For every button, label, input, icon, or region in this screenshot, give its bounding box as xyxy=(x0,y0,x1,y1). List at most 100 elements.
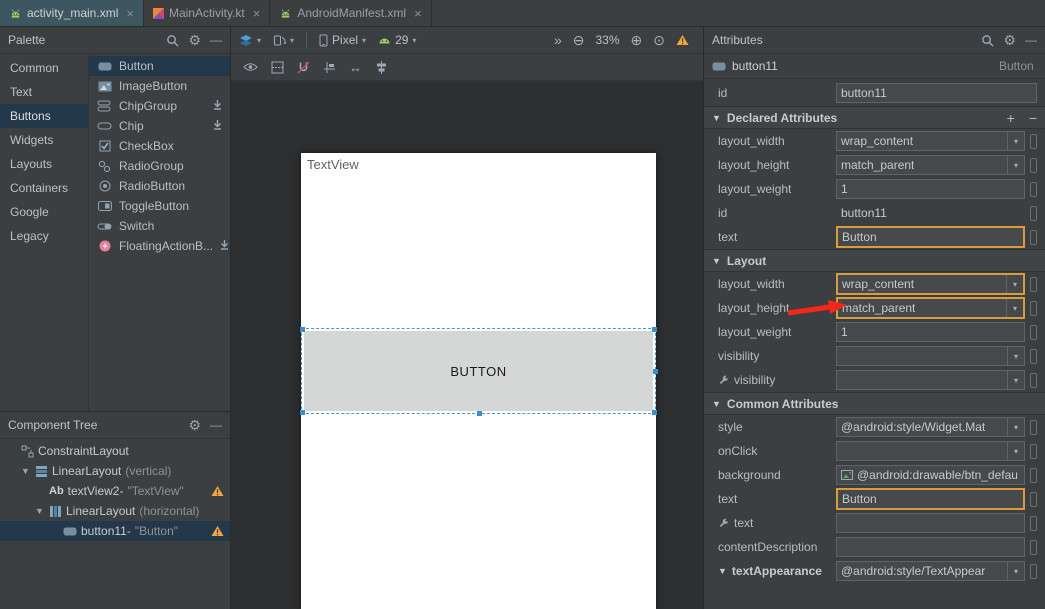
search-icon[interactable] xyxy=(981,34,994,47)
attribute-flag-toggle[interactable] xyxy=(1030,158,1037,173)
style-field[interactable]: @android:style/Widget.Mat▾ xyxy=(836,417,1025,437)
editor-tab[interactable]: AndroidManifest.xml× xyxy=(270,0,431,26)
expander-icon[interactable]: ▼ xyxy=(718,566,727,576)
resize-handle[interactable] xyxy=(300,327,305,332)
zoom-fit-button[interactable]: ⊙ xyxy=(653,32,665,49)
palette-item[interactable]: Switch xyxy=(89,216,230,236)
dropdown-arrow-icon[interactable]: ▾ xyxy=(1007,418,1024,436)
palette-item[interactable]: FloatingActionB... xyxy=(89,236,230,256)
add-attribute-button[interactable]: + xyxy=(1007,111,1015,125)
palette-category-legacy[interactable]: Legacy xyxy=(0,224,88,248)
close-icon[interactable]: × xyxy=(253,7,261,20)
attribute-flag-toggle[interactable] xyxy=(1030,468,1037,483)
attribute-flag-toggle[interactable] xyxy=(1030,230,1037,245)
attribute-flag-toggle[interactable] xyxy=(1030,349,1037,364)
section-header-declared-attributes[interactable]: ▼Declared Attributes+− xyxy=(704,106,1045,129)
expander-icon[interactable]: ▼ xyxy=(712,113,721,123)
id-field[interactable]: button11 xyxy=(836,83,1037,103)
tree-item[interactable]: ▼button11- "Button" xyxy=(0,521,230,541)
resize-handle[interactable] xyxy=(477,411,482,416)
dropdown-arrow-icon[interactable]: ▾ xyxy=(1007,371,1024,389)
button-widget[interactable]: BUTTON xyxy=(304,331,653,411)
palette-category-common[interactable]: Common xyxy=(0,56,88,80)
expander-icon[interactable]: ▼ xyxy=(712,399,721,409)
resize-handle[interactable] xyxy=(652,327,657,332)
attribute-flag-toggle[interactable] xyxy=(1030,301,1037,316)
device-selector[interactable]: Pixel ▾ xyxy=(319,33,366,47)
attribute-flag-toggle[interactable] xyxy=(1030,373,1037,388)
attribute-flag-toggle[interactable] xyxy=(1030,492,1037,507)
dropdown-arrow-icon[interactable]: ▾ xyxy=(1007,156,1024,174)
attribute-flag-toggle[interactable] xyxy=(1030,516,1037,531)
palette-category-text[interactable]: Text xyxy=(0,80,88,104)
layout-weight-field[interactable]: 1 xyxy=(836,322,1025,342)
attribute-flag-toggle[interactable] xyxy=(1030,325,1037,340)
palette-item[interactable]: Chip xyxy=(89,116,230,136)
palette-item[interactable]: RadioButton xyxy=(89,176,230,196)
layout-weight-field[interactable]: 1 xyxy=(836,179,1025,199)
download-icon[interactable] xyxy=(212,119,223,133)
design-mode-selector[interactable]: ▾ xyxy=(239,34,261,46)
palette-category-buttons[interactable]: Buttons xyxy=(0,104,88,128)
dropdown-arrow-icon[interactable]: ▾ xyxy=(1007,442,1024,460)
editor-tab[interactable]: MainActivity.kt× xyxy=(144,0,270,26)
palette-item[interactable]: ChipGroup xyxy=(89,96,230,116)
dropdown-arrow-icon[interactable]: ▾ xyxy=(1007,132,1024,150)
attribute-flag-toggle[interactable] xyxy=(1030,277,1037,292)
palette-category-layouts[interactable]: Layouts xyxy=(0,152,88,176)
tree-item[interactable]: ▼ConstraintLayout xyxy=(0,441,230,461)
attribute-flag-toggle[interactable] xyxy=(1030,182,1037,197)
expander-icon[interactable]: ▼ xyxy=(712,256,721,266)
margins-icon[interactable] xyxy=(323,61,336,74)
device-artboard[interactable]: TextView BUTTON xyxy=(301,153,656,609)
zoom-in-button[interactable]: ⊕ xyxy=(631,32,643,49)
palette-item[interactable]: Button xyxy=(89,56,230,76)
layout-width-field[interactable]: wrap_content▾ xyxy=(836,131,1025,151)
border-box-icon[interactable] xyxy=(271,61,284,74)
layout-width-field[interactable]: wrap_content▾ xyxy=(836,273,1025,295)
gear-icon[interactable]: ⚙ xyxy=(1003,33,1016,47)
attribute-flag-toggle[interactable] xyxy=(1030,444,1037,459)
download-icon[interactable] xyxy=(212,99,223,113)
section-header-common-attributes[interactable]: ▼Common Attributes xyxy=(704,392,1045,415)
expander-icon[interactable]: ▼ xyxy=(20,466,31,476)
hide-panel-icon[interactable]: — xyxy=(210,419,222,431)
warnings-button[interactable] xyxy=(676,34,689,46)
eye-icon[interactable] xyxy=(243,62,258,72)
dropdown-arrow-icon[interactable]: ▾ xyxy=(1007,347,1024,365)
background-field[interactable]: @android:drawable/btn_defau xyxy=(836,465,1025,485)
palette-item[interactable]: ImageButton xyxy=(89,76,230,96)
hide-panel-icon[interactable]: — xyxy=(210,34,222,46)
attribute-flag-toggle[interactable] xyxy=(1030,206,1037,221)
download-icon[interactable] xyxy=(219,239,230,253)
align-vertical-icon[interactable] xyxy=(375,61,388,74)
resize-handle[interactable] xyxy=(652,410,657,415)
palette-category-google[interactable]: Google xyxy=(0,200,88,224)
magnet-off-icon[interactable] xyxy=(297,61,310,74)
editor-tab[interactable]: activity_main.xml× xyxy=(0,0,144,26)
gear-icon[interactable]: ⚙ xyxy=(188,418,201,432)
attribute-flag-toggle[interactable] xyxy=(1030,540,1037,555)
close-icon[interactable]: × xyxy=(414,7,422,20)
button-selection[interactable]: BUTTON xyxy=(301,328,656,414)
textAppearance-field[interactable]: @android:style/TextAppear▾ xyxy=(836,561,1025,581)
close-icon[interactable]: × xyxy=(126,7,134,20)
design-canvas[interactable]: TextView BUTTON xyxy=(231,81,703,609)
gear-icon[interactable]: ⚙ xyxy=(188,33,201,47)
resize-handle[interactable] xyxy=(653,369,658,374)
attribute-flag-toggle[interactable] xyxy=(1030,564,1037,579)
search-icon[interactable] xyxy=(166,34,179,47)
tree-item[interactable]: ▼LinearLayout(horizontal) xyxy=(0,501,230,521)
onClick-field[interactable]: ▾ xyxy=(836,441,1025,461)
text-field[interactable]: Button xyxy=(836,488,1025,510)
expander-icon[interactable]: ▼ xyxy=(34,506,45,516)
orientation-selector[interactable]: ▾ xyxy=(273,34,294,47)
section-header-layout[interactable]: ▼Layout xyxy=(704,249,1045,272)
layout-height-field[interactable]: match_parent▾ xyxy=(836,297,1025,319)
tree-item[interactable]: ▼LinearLayout(vertical) xyxy=(0,461,230,481)
zoom-out-button[interactable]: ⊖ xyxy=(573,32,585,49)
toolbar-overflow-icon[interactable]: » xyxy=(554,32,562,48)
dropdown-arrow-icon[interactable]: ▾ xyxy=(1007,562,1024,580)
resize-handle[interactable] xyxy=(300,410,305,415)
remove-attribute-button[interactable]: − xyxy=(1029,111,1037,125)
